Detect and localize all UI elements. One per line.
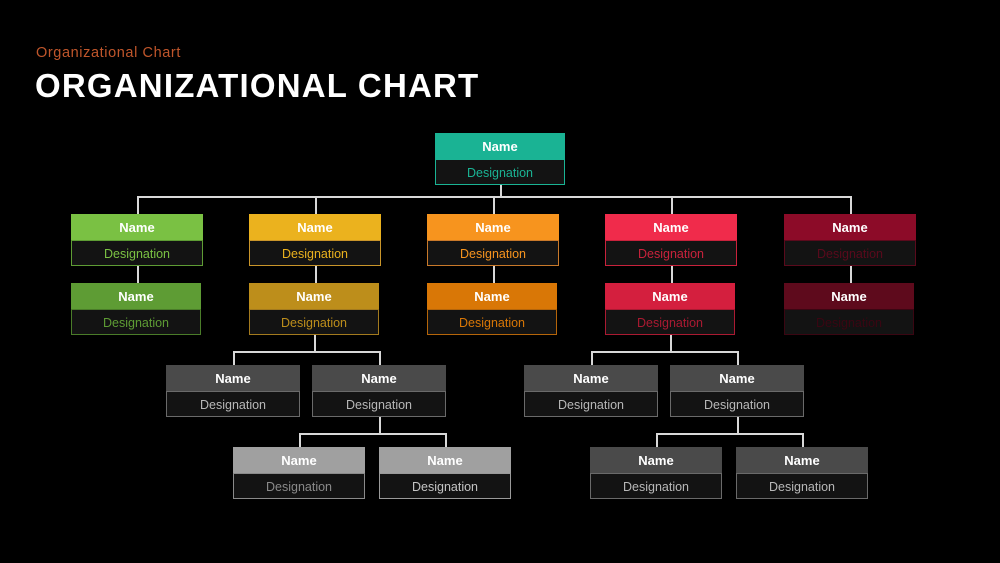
- org-node-name: Name: [71, 214, 203, 240]
- org-node-name: Name: [166, 365, 300, 391]
- org-node-name: Name: [736, 447, 868, 473]
- connector-level3-link: [315, 266, 317, 283]
- org-node-name: Name: [249, 283, 379, 309]
- org-node-name: Name: [590, 447, 722, 473]
- connector-root-stem: [500, 185, 502, 196]
- org-node-designation: Designation: [312, 391, 446, 417]
- eyebrow-title: Organizational Chart: [36, 45, 181, 61]
- org-node-designation: Designation: [605, 240, 737, 266]
- org-node-designation: Designation: [605, 309, 735, 335]
- connector-crimson-branch-bus: [591, 351, 737, 353]
- org-node-root[interactable]: Name Designation: [435, 133, 565, 185]
- org-node-name: Name: [379, 447, 511, 473]
- org-node-l3-maroon[interactable]: Name Designation: [784, 283, 914, 335]
- org-node-designation: Designation: [736, 473, 868, 499]
- org-node-name: Name: [71, 283, 201, 309]
- org-node-name: Name: [233, 447, 365, 473]
- org-node-l2-green[interactable]: Name Designation: [71, 214, 203, 266]
- org-node-designation: Designation: [71, 240, 203, 266]
- org-node-name: Name: [784, 214, 916, 240]
- org-node-l5-c[interactable]: Name Designation: [590, 447, 722, 499]
- org-node-l2-maroon[interactable]: Name Designation: [784, 214, 916, 266]
- org-node-designation: Designation: [590, 473, 722, 499]
- org-node-l2-amber[interactable]: Name Designation: [249, 214, 381, 266]
- org-node-name: Name: [605, 214, 737, 240]
- org-chart-canvas: Organizational Chart ORGANIZATIONAL CHAR…: [0, 0, 1000, 563]
- org-node-name: Name: [435, 133, 565, 159]
- org-node-l5-d[interactable]: Name Designation: [736, 447, 868, 499]
- connector-gray-right-branch-drop: [802, 433, 804, 447]
- connector-gray-left-branch-drop: [445, 433, 447, 447]
- org-node-l3-crimson[interactable]: Name Designation: [605, 283, 735, 335]
- org-node-designation: Designation: [427, 240, 559, 266]
- org-node-l5-b[interactable]: Name Designation: [379, 447, 511, 499]
- connector-amber-branch-stem: [314, 335, 316, 351]
- connector-level2-drop: [137, 196, 139, 214]
- connector-gray-left-branch-bus: [299, 433, 445, 435]
- org-node-name: Name: [524, 365, 658, 391]
- org-node-designation: Designation: [427, 309, 557, 335]
- connector-crimson-branch-drop: [737, 351, 739, 365]
- connector-level3-link: [137, 266, 139, 283]
- org-node-l4-b[interactable]: Name Designation: [312, 365, 446, 417]
- connector-level2-drop: [850, 196, 852, 214]
- connector-level2-drop: [493, 196, 495, 214]
- org-node-name: Name: [427, 283, 557, 309]
- org-node-l2-orange[interactable]: Name Designation: [427, 214, 559, 266]
- org-node-designation: Designation: [435, 159, 565, 185]
- connector-level3-link: [493, 266, 495, 283]
- connector-gray-right-branch-stem: [737, 417, 739, 433]
- org-node-designation: Designation: [249, 240, 381, 266]
- connector-level3-link: [850, 266, 852, 283]
- org-node-l4-c[interactable]: Name Designation: [524, 365, 658, 417]
- org-node-l2-crimson[interactable]: Name Designation: [605, 214, 737, 266]
- connector-gray-left-branch-stem: [379, 417, 381, 433]
- org-node-designation: Designation: [249, 309, 379, 335]
- connector-gray-right-branch-drop: [656, 433, 658, 447]
- org-node-designation: Designation: [379, 473, 511, 499]
- org-node-designation: Designation: [784, 240, 916, 266]
- connector-level2-drop: [671, 196, 673, 214]
- org-node-name: Name: [670, 365, 804, 391]
- org-node-l4-d[interactable]: Name Designation: [670, 365, 804, 417]
- org-node-l3-green[interactable]: Name Designation: [71, 283, 201, 335]
- page-title: ORGANIZATIONAL CHART: [35, 67, 480, 104]
- org-node-designation: Designation: [524, 391, 658, 417]
- org-node-name: Name: [249, 214, 381, 240]
- org-node-name: Name: [605, 283, 735, 309]
- connector-amber-branch-bus: [233, 351, 379, 353]
- org-node-name: Name: [784, 283, 914, 309]
- org-node-name: Name: [312, 365, 446, 391]
- connector-crimson-branch-drop: [591, 351, 593, 365]
- org-node-l3-orange[interactable]: Name Designation: [427, 283, 557, 335]
- org-node-l5-a[interactable]: Name Designation: [233, 447, 365, 499]
- org-node-designation: Designation: [71, 309, 201, 335]
- connector-gray-right-branch-bus: [656, 433, 802, 435]
- connector-crimson-branch-stem: [670, 335, 672, 351]
- connector-level2-drop: [315, 196, 317, 214]
- org-node-designation: Designation: [166, 391, 300, 417]
- connector-level3-link: [671, 266, 673, 283]
- org-node-designation: Designation: [233, 473, 365, 499]
- connector-gray-left-branch-drop: [299, 433, 301, 447]
- org-node-l3-amber[interactable]: Name Designation: [249, 283, 379, 335]
- org-node-l4-a[interactable]: Name Designation: [166, 365, 300, 417]
- org-node-name: Name: [427, 214, 559, 240]
- org-node-designation: Designation: [784, 309, 914, 335]
- org-node-designation: Designation: [670, 391, 804, 417]
- connector-amber-branch-drop: [379, 351, 381, 365]
- connector-amber-branch-drop: [233, 351, 235, 365]
